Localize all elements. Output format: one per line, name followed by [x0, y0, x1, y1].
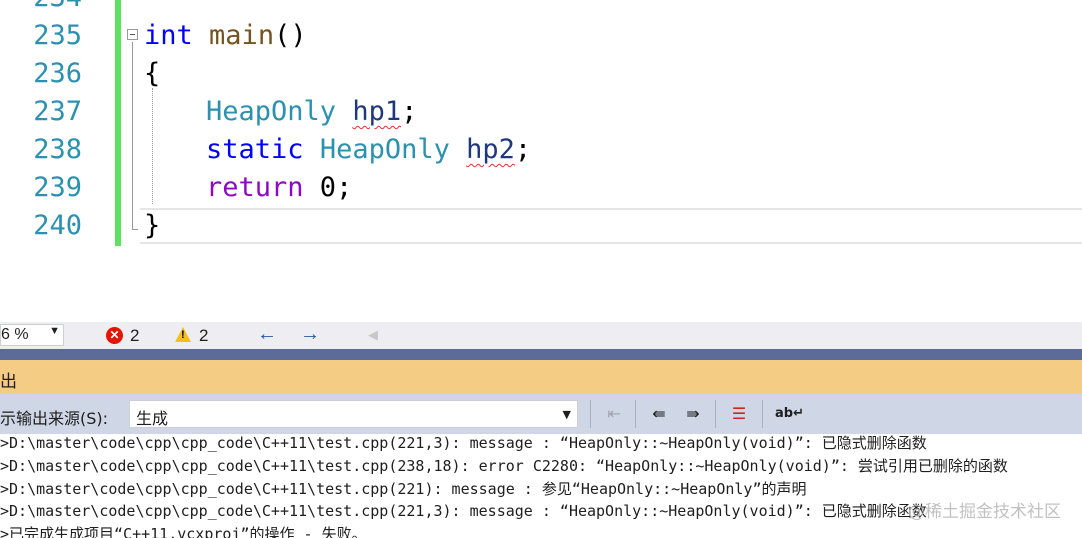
- zoom-value: 6 %: [1, 326, 29, 343]
- find-next-icon[interactable]: ⇛: [682, 402, 704, 426]
- find-previous-icon[interactable]: ⇚: [648, 402, 670, 426]
- fold-guide: [132, 42, 133, 230]
- output-source-label: 示输出来源(S):: [0, 409, 109, 428]
- output-line: >D:\master\code\cpp\cpp_code\C++11\test.…: [0, 457, 1008, 475]
- zoom-dropdown[interactable]: 6 % ▼: [0, 324, 64, 346]
- type-name: HeapOnly: [319, 134, 450, 165]
- output-title: 出: [0, 372, 17, 392]
- line-number: 239: [33, 172, 82, 203]
- keyword: return: [206, 172, 304, 203]
- open-brace: {: [144, 58, 161, 89]
- output-line: >D:\master\code\cpp\cpp_code\C++11\test.…: [0, 502, 927, 520]
- navigate-back-icon[interactable]: ←: [257, 323, 277, 346]
- function-name: main: [209, 20, 275, 51]
- editor-status-strip: 6 % ▼ ✕ 2 2 ← → ◀: [0, 322, 1082, 349]
- toolbar-separator: [762, 400, 763, 428]
- code-punct: (): [274, 20, 307, 51]
- word-wrap-icon[interactable]: ab↵: [775, 402, 804, 426]
- code-punct: ;: [514, 134, 532, 165]
- line-number: 240: [33, 210, 82, 241]
- line-number: 237: [33, 96, 82, 127]
- keyword: static: [206, 134, 304, 165]
- change-tracking-bar: [115, 0, 121, 246]
- variable-with-error: hp1: [352, 96, 402, 127]
- code-line[interactable]: int main(): [144, 17, 307, 55]
- navigate-forward-icon[interactable]: →: [300, 323, 320, 346]
- output-source-select[interactable]: 生成 ▼: [129, 400, 578, 428]
- watermark: @稀土掘金技术社区: [908, 502, 1061, 522]
- code-editor[interactable]: 234 235 236 237 238 239 240 int main() {…: [0, 0, 1082, 322]
- output-text-area[interactable]: >D:\master\code\cpp\cpp_code\C++11\test.…: [0, 434, 1082, 538]
- line-number: 235: [33, 20, 82, 51]
- error-count[interactable]: 2: [130, 326, 139, 346]
- output-line: >D:\master\code\cpp\cpp_code\C++11\test.…: [0, 434, 927, 452]
- goto-current-icon[interactable]: ⇤: [603, 402, 625, 426]
- keyword: int: [144, 20, 193, 51]
- code-line[interactable]: {: [144, 55, 160, 93]
- scroll-left-icon: ◀: [368, 327, 378, 342]
- toolbar-separator: [715, 400, 716, 428]
- toolbar-separator: [590, 400, 591, 428]
- code-rest: 0;: [303, 172, 353, 203]
- chevron-down-icon: ▼: [49, 325, 60, 337]
- indent-guide: [152, 88, 153, 204]
- warning-count[interactable]: 2: [199, 326, 208, 346]
- error-icon[interactable]: ✕: [106, 327, 123, 344]
- code-line[interactable]: HeapOnly hp1;: [206, 93, 417, 131]
- clear-all-icon[interactable]: ☰: [728, 402, 750, 426]
- close-brace: }: [144, 210, 161, 241]
- panel-splitter[interactable]: [0, 349, 1082, 360]
- warning-icon[interactable]: [175, 327, 191, 342]
- type-name: HeapOnly: [206, 96, 337, 127]
- output-panel-title-bar: 出: [0, 360, 1082, 394]
- fold-guide-end: [132, 229, 138, 230]
- output-line: >D:\master\code\cpp\cpp_code\C++11\test.…: [0, 480, 807, 498]
- output-source-value: 生成: [136, 409, 169, 428]
- current-line-highlight: [140, 208, 1082, 244]
- output-toolbar: 示输出来源(S): 生成 ▼ ⇤ ⇚ ⇛ ☰ ab↵: [0, 394, 1082, 434]
- code-line[interactable]: static HeapOnly hp2;: [206, 131, 531, 169]
- output-line: >已完成生成项目“C++11.vcxproj”的操作 - 失败。: [0, 525, 367, 538]
- code-line[interactable]: return 0;: [206, 169, 352, 207]
- code-line[interactable]: }: [144, 207, 160, 245]
- variable-with-error: hp2: [466, 134, 515, 165]
- chevron-down-icon: ▼: [562, 408, 571, 421]
- line-number: 234: [0, 0, 82, 17]
- line-number: 236: [33, 58, 82, 89]
- line-number: 238: [33, 134, 82, 165]
- code-punct: ;: [401, 96, 418, 127]
- toolbar-separator: [635, 400, 636, 428]
- collapse-toggle-icon[interactable]: [127, 29, 138, 40]
